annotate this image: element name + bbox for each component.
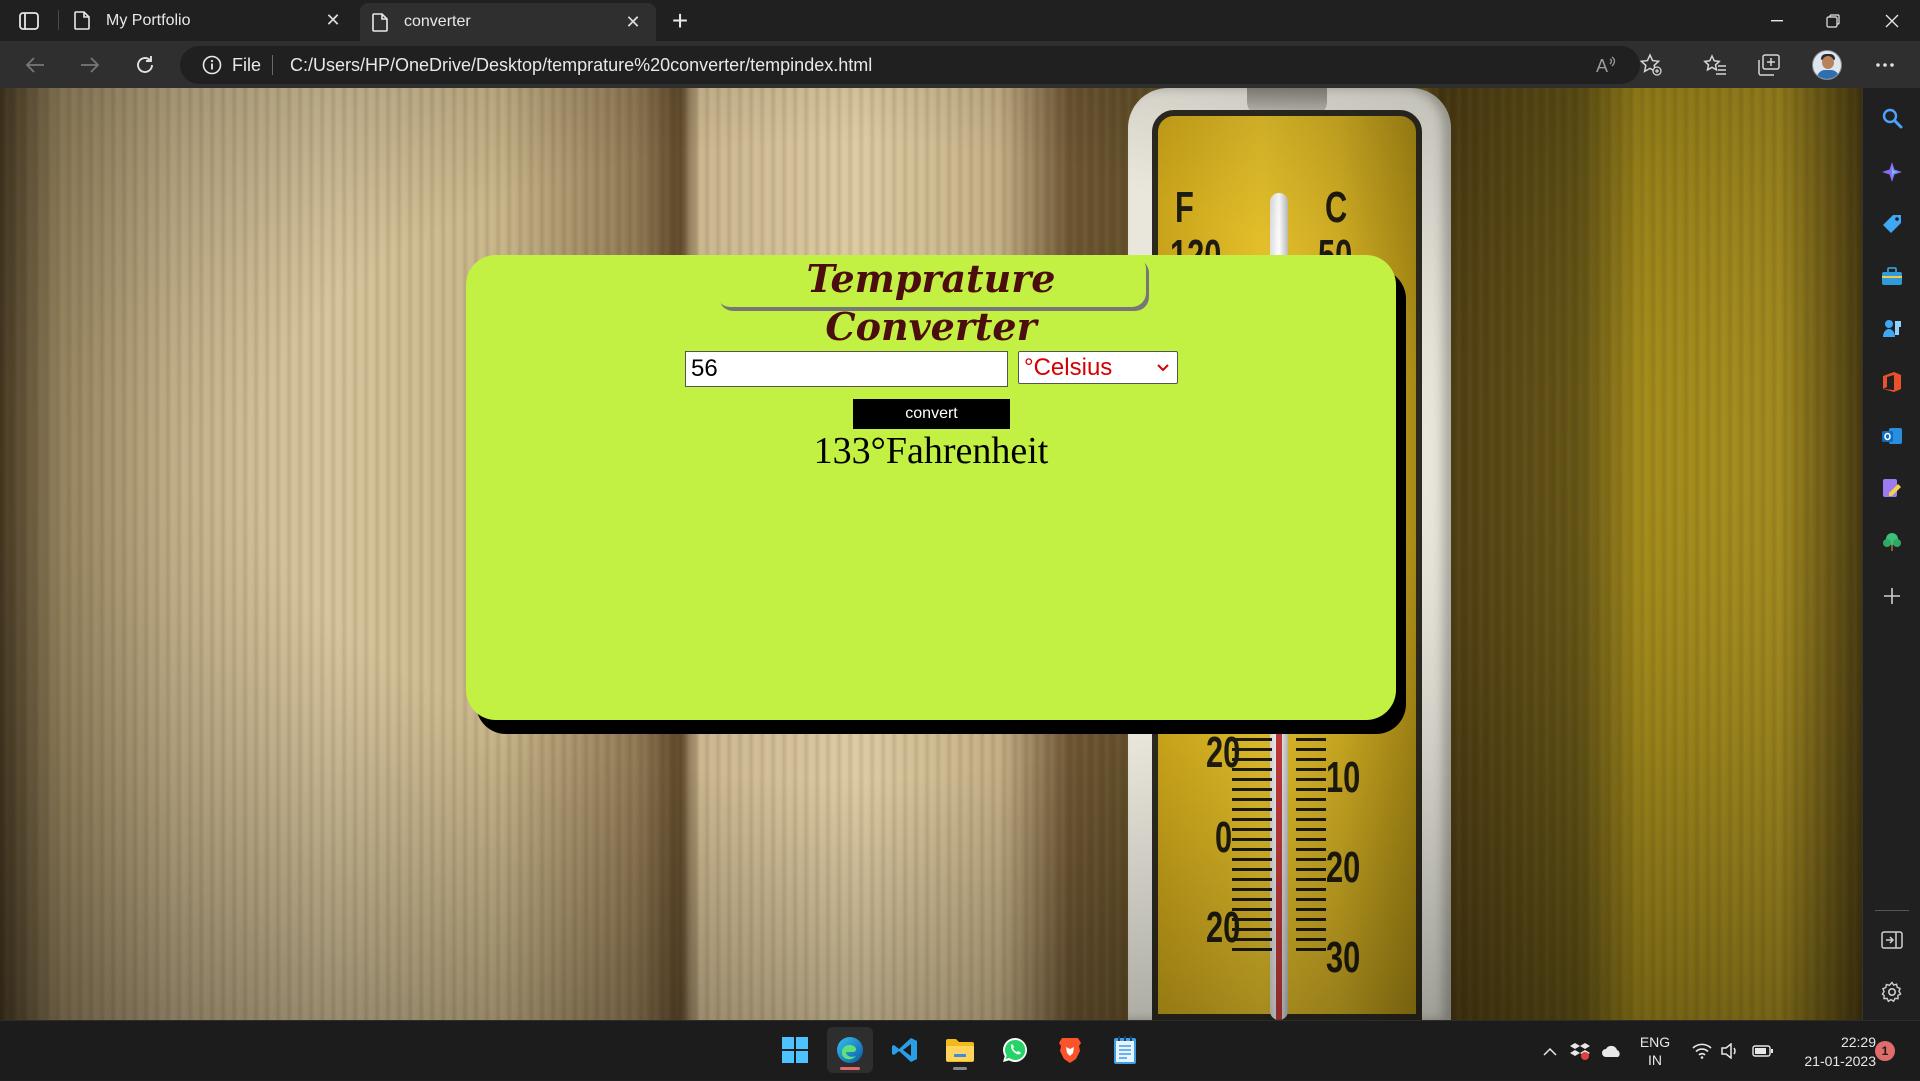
add-icon[interactable] xyxy=(1878,582,1906,610)
input-language[interactable]: ENG IN xyxy=(1638,1033,1672,1069)
close-window-button[interactable] xyxy=(1864,0,1920,41)
browser-tab-bar: My Portfolio ✕ converter ✕ + xyxy=(0,0,1920,41)
clock-time: 22:29 xyxy=(1840,1034,1876,1050)
url-scheme: File xyxy=(232,55,262,75)
file-explorer-icon[interactable] xyxy=(937,1027,983,1073)
more-options-icon[interactable] xyxy=(1868,48,1902,82)
svg-text:A: A xyxy=(1596,56,1608,75)
office-icon[interactable] xyxy=(1878,368,1906,396)
outlook-icon[interactable] xyxy=(1878,422,1906,450)
conversion-result: 133°Fahrenheit xyxy=(813,430,1049,472)
page-icon xyxy=(74,11,90,30)
settings-icon[interactable] xyxy=(1878,978,1906,1006)
tab-separator xyxy=(58,10,59,30)
unit-select[interactable]: °Celsius xyxy=(1018,351,1178,384)
clock-date: 21-01-2023 xyxy=(1804,1053,1876,1069)
notepad-icon[interactable] xyxy=(1102,1027,1148,1073)
collections-icon[interactable] xyxy=(1752,48,1786,82)
page-viewport: F C 120 50 20 0 20 10 20 30 Temprature C… xyxy=(0,88,1862,1020)
minimize-button[interactable] xyxy=(1749,0,1805,41)
read-aloud-icon[interactable]: A xyxy=(1590,48,1624,82)
edge-icon[interactable] xyxy=(827,1027,873,1073)
address-divider xyxy=(272,55,273,75)
page-title: Temprature Converter xyxy=(716,255,1146,349)
close-tab-icon[interactable]: ✕ xyxy=(322,10,344,32)
battery-icon[interactable] xyxy=(1748,1021,1778,1081)
vscode-icon[interactable] xyxy=(882,1027,928,1073)
tab-actions-icon[interactable] xyxy=(14,8,44,34)
region-code: IN xyxy=(1648,1052,1662,1068)
windows-taskbar: ENG IN 22:29 21-01-2023 1 xyxy=(0,1020,1920,1080)
tools-icon[interactable] xyxy=(1878,262,1906,290)
back-icon[interactable] xyxy=(17,47,53,83)
whatsapp-icon[interactable] xyxy=(992,1027,1038,1073)
brave-icon[interactable] xyxy=(1047,1027,1093,1073)
games-icon[interactable] xyxy=(1878,314,1906,342)
tab-label: converter xyxy=(404,13,471,30)
edge-sidebar xyxy=(1862,88,1920,1020)
refresh-icon[interactable] xyxy=(127,47,163,83)
url-text[interactable]: C:/Users/HP/OneDrive/Desktop/temprature%… xyxy=(290,55,872,76)
copilot-icon[interactable] xyxy=(1878,158,1906,186)
favorites-icon[interactable] xyxy=(1698,48,1732,82)
show-hidden-icons-icon[interactable] xyxy=(1538,1021,1562,1081)
page-icon xyxy=(372,12,388,32)
unit-select-value: °Celsius xyxy=(1024,354,1113,381)
onedrive-icon[interactable] xyxy=(1598,1021,1626,1081)
chevron-down-icon xyxy=(1157,364,1169,372)
language-code: ENG xyxy=(1639,1034,1671,1050)
tab-label: My Portfolio xyxy=(106,11,191,29)
temperature-input[interactable] xyxy=(685,351,1008,387)
tree-icon[interactable] xyxy=(1878,528,1906,556)
volume-icon[interactable] xyxy=(1716,1021,1744,1081)
address-bar[interactable]: File C:/Users/HP/OneDrive/Desktop/tempra… xyxy=(180,46,1640,84)
forward-icon[interactable] xyxy=(72,47,108,83)
search-icon[interactable] xyxy=(1878,104,1906,132)
wifi-icon[interactable] xyxy=(1688,1021,1716,1081)
browser-toolbar: File C:/Users/HP/OneDrive/Desktop/tempra… xyxy=(0,41,1920,88)
split-screen-icon[interactable] xyxy=(1878,926,1906,954)
system-clock[interactable]: 22:29 21-01-2023 xyxy=(1786,1033,1876,1071)
windows-start-icon[interactable] xyxy=(772,1027,818,1073)
shopping-tag-icon[interactable] xyxy=(1878,210,1906,238)
profile-avatar[interactable] xyxy=(1812,50,1842,80)
tab-my-portfolio[interactable]: My Portfolio ✕ xyxy=(62,0,356,41)
convert-button[interactable]: convert xyxy=(853,399,1010,429)
sidebar-divider xyxy=(1875,910,1909,911)
designer-icon[interactable] xyxy=(1878,474,1906,502)
tab-converter[interactable]: converter ✕ xyxy=(360,3,656,41)
add-favorite-icon[interactable] xyxy=(1634,48,1668,82)
notification-badge[interactable]: 1 xyxy=(1875,1041,1895,1061)
restore-button[interactable] xyxy=(1805,0,1861,41)
converter-card: Temprature Converter °Celsius convert 13… xyxy=(466,255,1396,720)
close-tab-icon[interactable]: ✕ xyxy=(622,11,644,33)
dropbox-icon[interactable] xyxy=(1566,1021,1594,1081)
info-icon[interactable] xyxy=(202,55,222,75)
new-tab-button[interactable]: + xyxy=(664,5,696,37)
